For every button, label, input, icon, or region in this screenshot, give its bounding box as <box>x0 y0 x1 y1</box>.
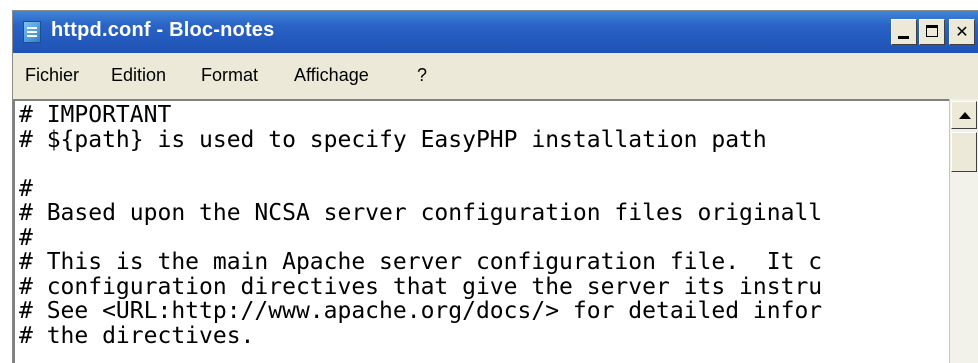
minimize-button[interactable] <box>891 19 917 45</box>
editor-line: # See <URL:http://www.apache.org/docs/> … <box>19 298 823 324</box>
editor-line: # configuration directives that give the… <box>19 273 823 300</box>
vertical-scrollbar[interactable] <box>949 99 978 363</box>
window-title: httpd.conf - Bloc-notes <box>51 19 275 41</box>
editor-line: # <box>19 175 33 202</box>
menu-fichier[interactable]: Fichier <box>25 65 79 86</box>
maximize-button[interactable] <box>919 19 945 45</box>
editor-text[interactable]: # IMPORTANT # ${path} is used to specify … <box>19 103 822 348</box>
scroll-up-button[interactable] <box>951 101 977 129</box>
close-icon: ✕ <box>955 22 969 41</box>
editor-line: # ${path} is used to specify EasyPHP ins… <box>19 126 767 153</box>
editor-line: # This is the main Apache server configu… <box>19 249 823 275</box>
editor-line: # the directives. <box>19 322 255 349</box>
editor-line: # IMPORTANT <box>19 102 172 128</box>
text-editor-area[interactable]: # IMPORTANT # ${path} is used to specify … <box>13 99 949 363</box>
menu-bar: Fichier Edition Format Affichage ? <box>13 53 978 95</box>
editor-line: # Based upon the NCSA server configurati… <box>19 200 823 226</box>
minimize-icon <box>898 36 909 39</box>
menu-format[interactable]: Format <box>201 65 258 86</box>
notepad-icon[interactable] <box>23 21 41 43</box>
scroll-thumb[interactable] <box>951 132 977 172</box>
menu-help[interactable]: ? <box>417 65 427 86</box>
notepad-window: httpd.conf - Bloc-notes ✕ Fichier Editio… <box>12 10 978 363</box>
editor-line: # <box>19 224 33 251</box>
maximize-icon <box>926 25 938 37</box>
menu-affichage[interactable]: Affichage <box>294 65 369 86</box>
title-bar[interactable]: httpd.conf - Bloc-notes ✕ <box>13 11 978 53</box>
close-button[interactable]: ✕ <box>949 19 975 45</box>
menu-edition[interactable]: Edition <box>111 65 166 86</box>
